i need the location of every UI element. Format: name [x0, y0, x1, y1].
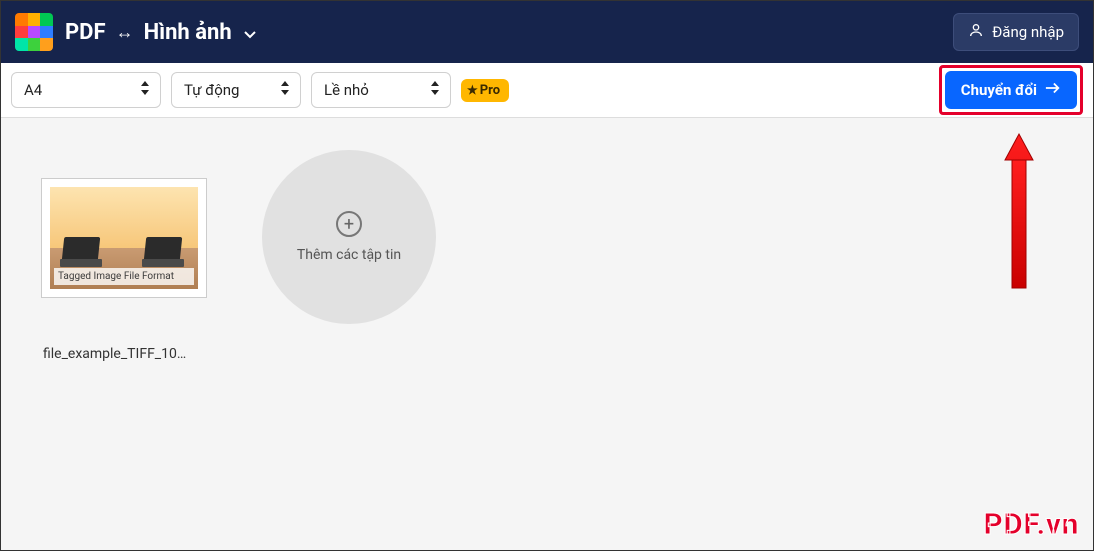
title-left: PDF: [65, 20, 106, 45]
sort-icon: [280, 81, 290, 99]
swap-icon: ↔: [116, 22, 134, 43]
add-files-button[interactable]: + Thêm các tập tin: [262, 150, 436, 324]
user-icon: [968, 22, 984, 42]
convert-highlight: Chuyển đổi: [939, 65, 1083, 115]
app-logo[interactable]: [15, 13, 53, 51]
page-size-value: A4: [24, 81, 42, 99]
options-toolbar: A4 Tự động Lề nhỏ ★ Pro Chuyển đổi: [1, 63, 1093, 118]
sort-icon: [430, 81, 440, 99]
file-grid: Tagged Image File Format file_example_TI…: [1, 118, 1093, 362]
page-size-select[interactable]: A4: [11, 72, 161, 108]
thumb-caption: Tagged Image File Format: [54, 268, 194, 285]
watermark: PDF.vn: [983, 507, 1079, 542]
header-left: PDF ↔ Hình ảnh: [15, 13, 256, 51]
file-thumbnail: Tagged Image File Format: [41, 178, 207, 298]
orientation-select[interactable]: Tự động: [171, 72, 301, 108]
file-item[interactable]: Tagged Image File Format file_example_TI…: [41, 178, 207, 362]
convert-button[interactable]: Chuyển đổi: [945, 71, 1077, 109]
plus-circle-icon: +: [336, 211, 362, 237]
arrow-right-icon: [1045, 81, 1061, 99]
login-label: Đăng nhập: [992, 23, 1064, 41]
pro-label: Pro: [480, 83, 500, 98]
login-button[interactable]: Đăng nhập: [953, 13, 1079, 51]
file-name: file_example_TIFF_10…: [41, 346, 186, 362]
star-icon: ★: [467, 83, 478, 97]
caret-down-icon: [244, 20, 256, 45]
convert-label: Chuyển đổi: [961, 81, 1037, 99]
title-right: Hình ảnh: [144, 20, 232, 45]
app-header: PDF ↔ Hình ảnh Đăng nhập: [1, 1, 1093, 63]
page-title-dropdown[interactable]: PDF ↔ Hình ảnh: [65, 20, 256, 45]
sort-icon: [140, 81, 150, 99]
pro-badge[interactable]: ★ Pro: [461, 79, 509, 102]
content-area: Tagged Image File Format file_example_TI…: [1, 118, 1093, 550]
add-files-label: Thêm các tập tin: [297, 247, 401, 263]
margin-value: Lề nhỏ: [324, 81, 369, 99]
orientation-value: Tự động: [184, 81, 239, 99]
margin-select[interactable]: Lề nhỏ: [311, 72, 451, 108]
